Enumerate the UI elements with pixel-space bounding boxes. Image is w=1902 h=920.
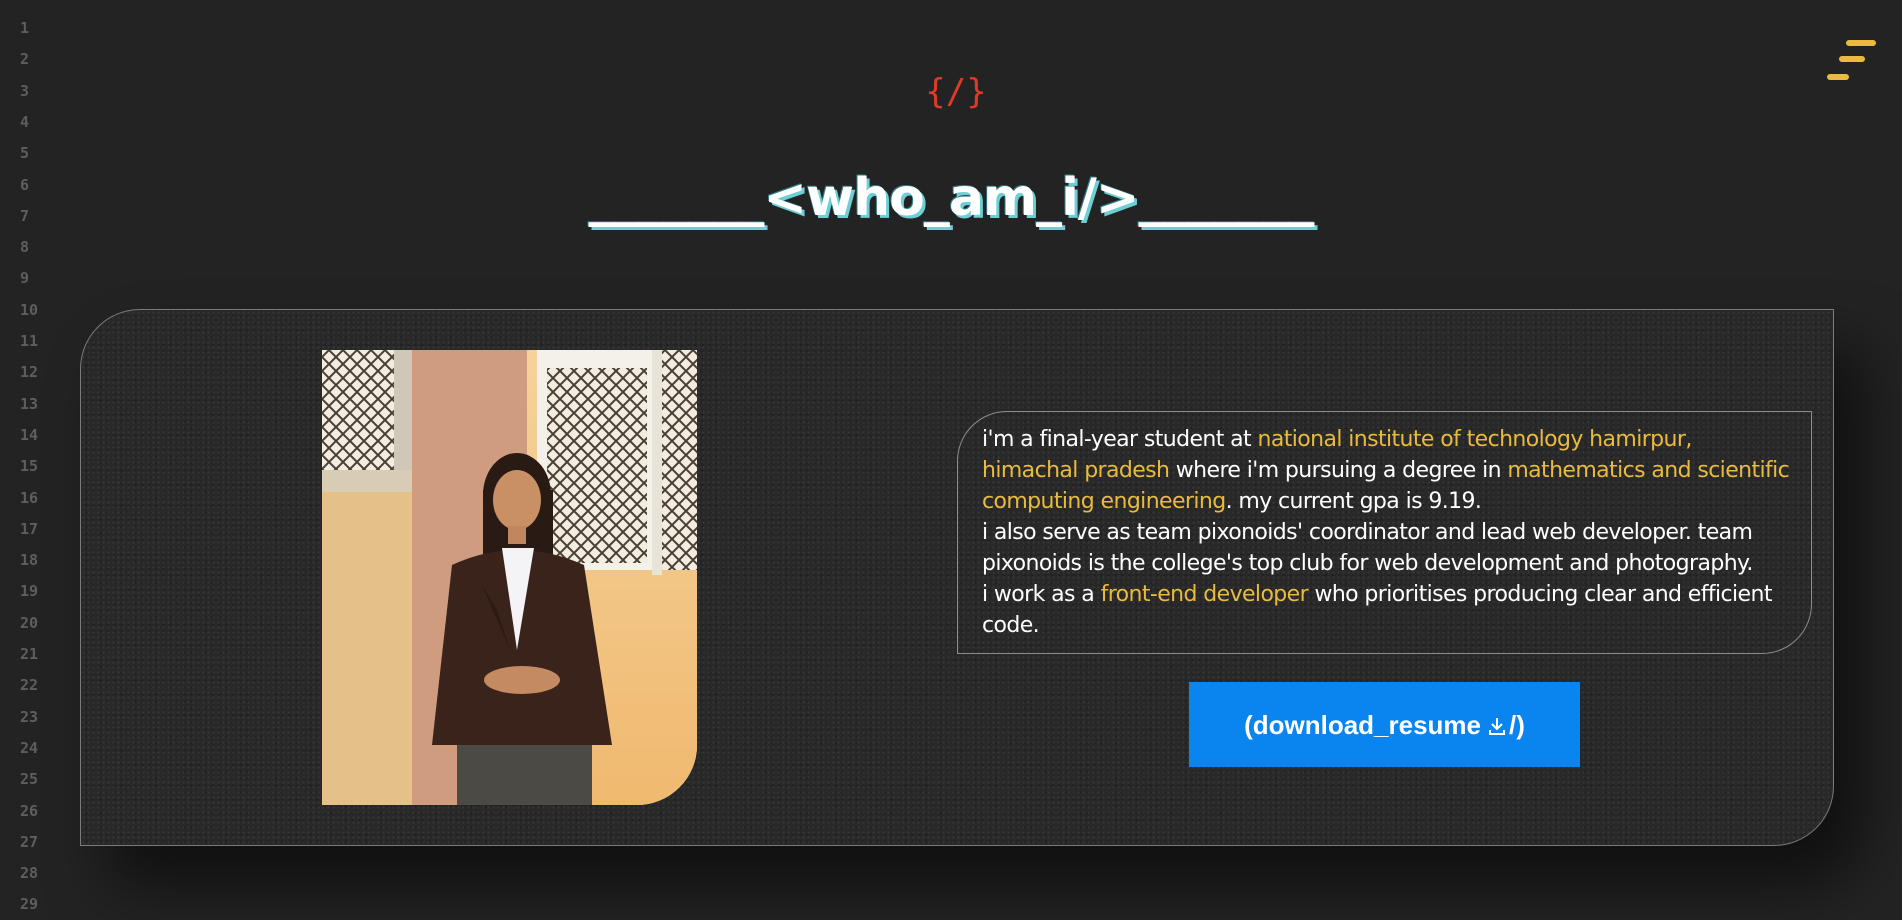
- line-number: 20: [20, 613, 39, 632]
- line-number: 7: [20, 206, 30, 225]
- line-numbers-gutter: 1 2 3 4 5 6 7 8 9 10 11 12 13 14 15 16 17 18 19 20 21 22 23 24 2…: [0, 0, 48, 920]
- menu-icon-bar-bottom: [1827, 74, 1849, 80]
- line-number: 14: [20, 425, 39, 444]
- line-number: 12: [20, 363, 39, 382]
- bio-text-role-intro: i work as a: [982, 582, 1101, 607]
- line-number: 28: [20, 864, 39, 883]
- bio-text-degree: where i'm pursuing a degree in: [1169, 458, 1508, 483]
- profile-photo: [322, 350, 697, 805]
- line-number: 6: [20, 175, 30, 194]
- line-number: 16: [20, 488, 39, 507]
- line-number: 19: [20, 582, 39, 601]
- bio-text-club: i also serve as team pixonoids' coordina…: [982, 520, 1753, 576]
- line-number: 26: [20, 801, 39, 820]
- line-number: 13: [20, 394, 39, 413]
- bio-box: i'm a final-year student at national ins…: [957, 411, 1812, 654]
- line-number: 9: [20, 269, 30, 288]
- bio-highlight-role: front-end developer: [1100, 582, 1309, 607]
- line-number: 2: [20, 50, 30, 69]
- bio-text-intro: i'm a final-year student at: [982, 427, 1258, 452]
- line-number: 29: [20, 895, 39, 914]
- line-number: 25: [20, 770, 39, 789]
- line-number: 17: [20, 519, 39, 538]
- menu-button[interactable]: [1824, 36, 1882, 84]
- line-number: 4: [20, 112, 30, 131]
- line-number: 18: [20, 551, 39, 570]
- line-number: 23: [20, 707, 39, 726]
- download-icon: [1487, 685, 1507, 770]
- line-number: 10: [20, 300, 39, 319]
- code-symbol-icon: {/}: [925, 72, 987, 112]
- line-number: 1: [20, 19, 30, 37]
- line-number: 24: [20, 738, 39, 757]
- bio-text: i'm a final-year student at national ins…: [982, 424, 1793, 641]
- download-resume-label-start: (download_resume: [1244, 710, 1482, 740]
- download-resume-label-end: /): [1509, 710, 1525, 740]
- line-number: 5: [20, 144, 30, 163]
- section-heading: _______<who_am_i/>_______: [588, 168, 1314, 228]
- line-number: 22: [20, 676, 39, 695]
- line-number: 21: [20, 645, 39, 663]
- line-number: 27: [20, 832, 39, 851]
- line-number: 15: [20, 457, 39, 476]
- download-resume-button[interactable]: (download_resume /): [1189, 682, 1580, 767]
- menu-icon-bar-top: [1846, 40, 1876, 46]
- line-number: 11: [20, 332, 39, 350]
- line-number: 8: [20, 238, 30, 257]
- menu-icon-bar-middle: [1839, 56, 1865, 62]
- bio-text-gpa: . my current gpa is 9.19.: [1225, 489, 1482, 514]
- line-number: 3: [20, 81, 30, 100]
